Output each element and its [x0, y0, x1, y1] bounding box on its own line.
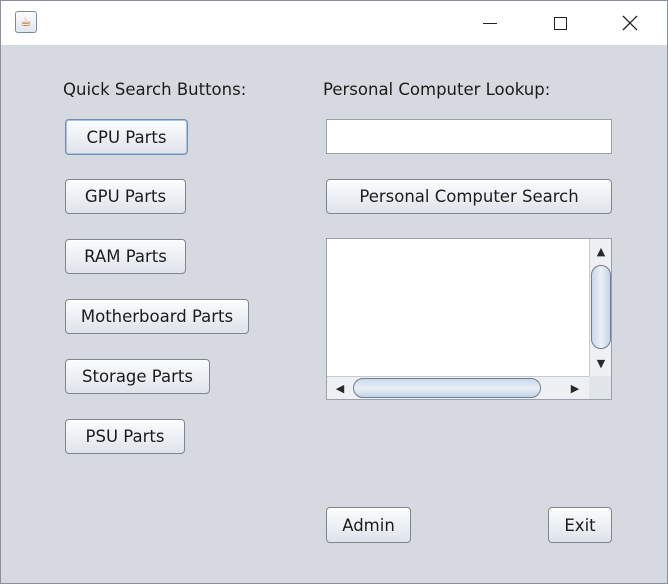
vertical-scroll-thumb[interactable] [591, 265, 611, 349]
ram-parts-button[interactable]: RAM Parts [65, 239, 186, 274]
gpu-parts-button[interactable]: GPU Parts [65, 179, 186, 214]
app-window: ☕ Quick Search Buttons: CPU Parts GPU Pa… [0, 0, 668, 584]
quick-search-heading: Quick Search Buttons: [63, 80, 247, 99]
scroll-down-icon[interactable]: ▼ [591, 353, 611, 373]
title-bar[interactable]: ☕ [1, 1, 667, 45]
psu-parts-button[interactable]: PSU Parts [65, 419, 185, 454]
results-list[interactable]: ▲ ▼ ◀ ▶ [326, 238, 612, 400]
minimize-icon [483, 22, 497, 24]
maximize-icon [553, 16, 567, 30]
scroll-corner [589, 376, 611, 399]
exit-button[interactable]: Exit [548, 507, 612, 543]
close-button[interactable] [607, 1, 653, 45]
storage-parts-button[interactable]: Storage Parts [65, 359, 210, 394]
horizontal-scrollbar[interactable]: ◀ ▶ [327, 376, 589, 399]
admin-button[interactable]: Admin [326, 507, 411, 543]
minimize-button[interactable] [467, 1, 513, 45]
java-cup-icon[interactable]: ☕ [15, 11, 37, 33]
scroll-left-icon[interactable]: ◀ [330, 378, 350, 398]
pc-lookup-heading: Personal Computer Lookup: [323, 80, 551, 99]
vertical-scrollbar[interactable]: ▲ ▼ [589, 239, 611, 376]
maximize-button[interactable] [537, 1, 583, 45]
close-icon [622, 15, 638, 31]
pc-lookup-input[interactable] [326, 119, 612, 154]
horizontal-scroll-thumb[interactable] [353, 378, 541, 398]
motherboard-parts-button[interactable]: Motherboard Parts [65, 299, 249, 334]
scroll-up-icon[interactable]: ▲ [591, 241, 611, 261]
cpu-parts-button[interactable]: CPU Parts [65, 119, 188, 155]
pc-search-button[interactable]: Personal Computer Search [326, 179, 612, 214]
scroll-right-icon[interactable]: ▶ [565, 378, 585, 398]
